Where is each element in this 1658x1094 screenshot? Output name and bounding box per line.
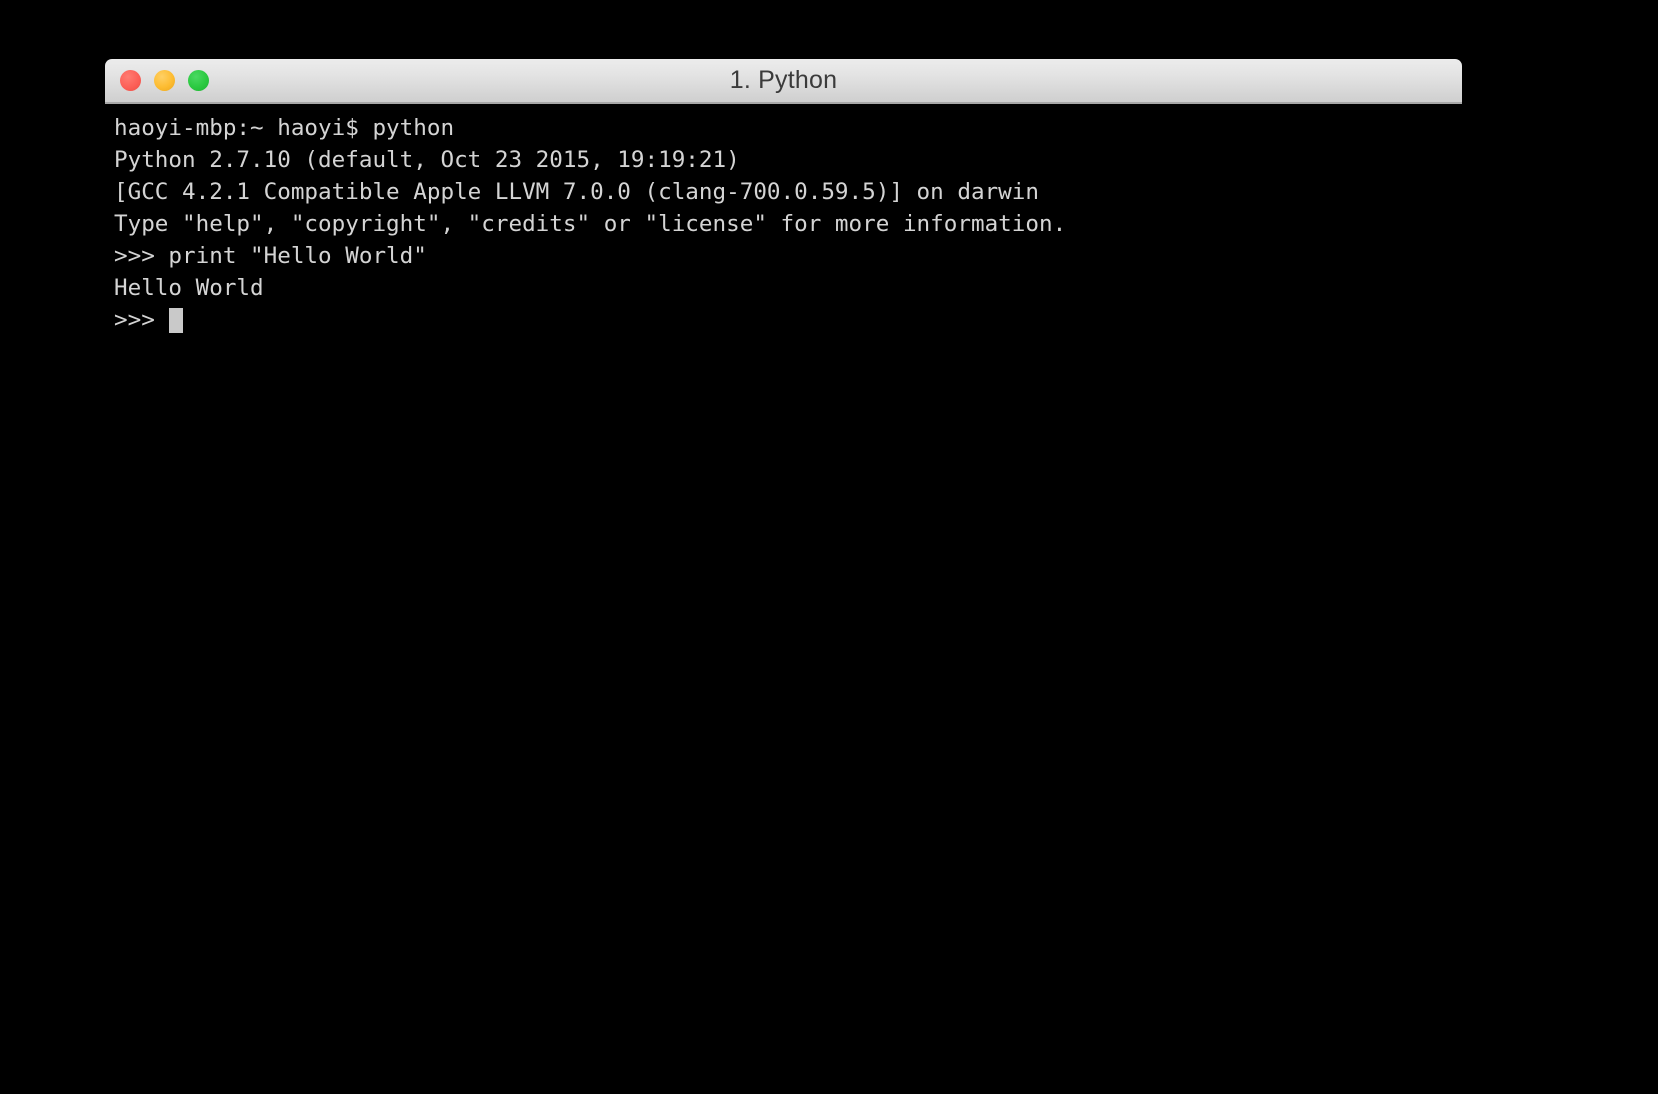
terminal-line: Hello World — [114, 275, 264, 301]
terminal-line: [GCC 4.2.1 Compatible Apple LLVM 7.0.0 (… — [114, 179, 1039, 205]
close-button-icon[interactable] — [120, 70, 141, 91]
terminal-line: Type "help", "copyright", "credits" or "… — [114, 211, 1067, 237]
screen: 1. Python haoyi-mbp:~ haoyi$ python Pyth… — [0, 0, 1658, 1094]
terminal-prompt-line[interactable]: >>> — [114, 304, 1462, 336]
prompt-label: >>> — [114, 307, 169, 333]
title-bar[interactable]: 1. Python — [105, 59, 1462, 104]
terminal-window: 1. Python haoyi-mbp:~ haoyi$ python Pyth… — [105, 59, 1462, 1094]
terminal-line: haoyi-mbp:~ haoyi$ python — [114, 115, 455, 141]
minimize-button-icon[interactable] — [154, 70, 175, 91]
window-controls — [120, 59, 209, 102]
terminal-line: Python 2.7.10 (default, Oct 23 2015, 19:… — [114, 147, 740, 173]
terminal-output-area[interactable]: haoyi-mbp:~ haoyi$ python Python 2.7.10 … — [105, 104, 1462, 1094]
terminal-line: >>> print "Hello World" — [114, 243, 427, 269]
zoom-button-icon[interactable] — [188, 70, 209, 91]
window-title: 1. Python — [729, 66, 838, 94]
text-cursor — [169, 307, 184, 333]
